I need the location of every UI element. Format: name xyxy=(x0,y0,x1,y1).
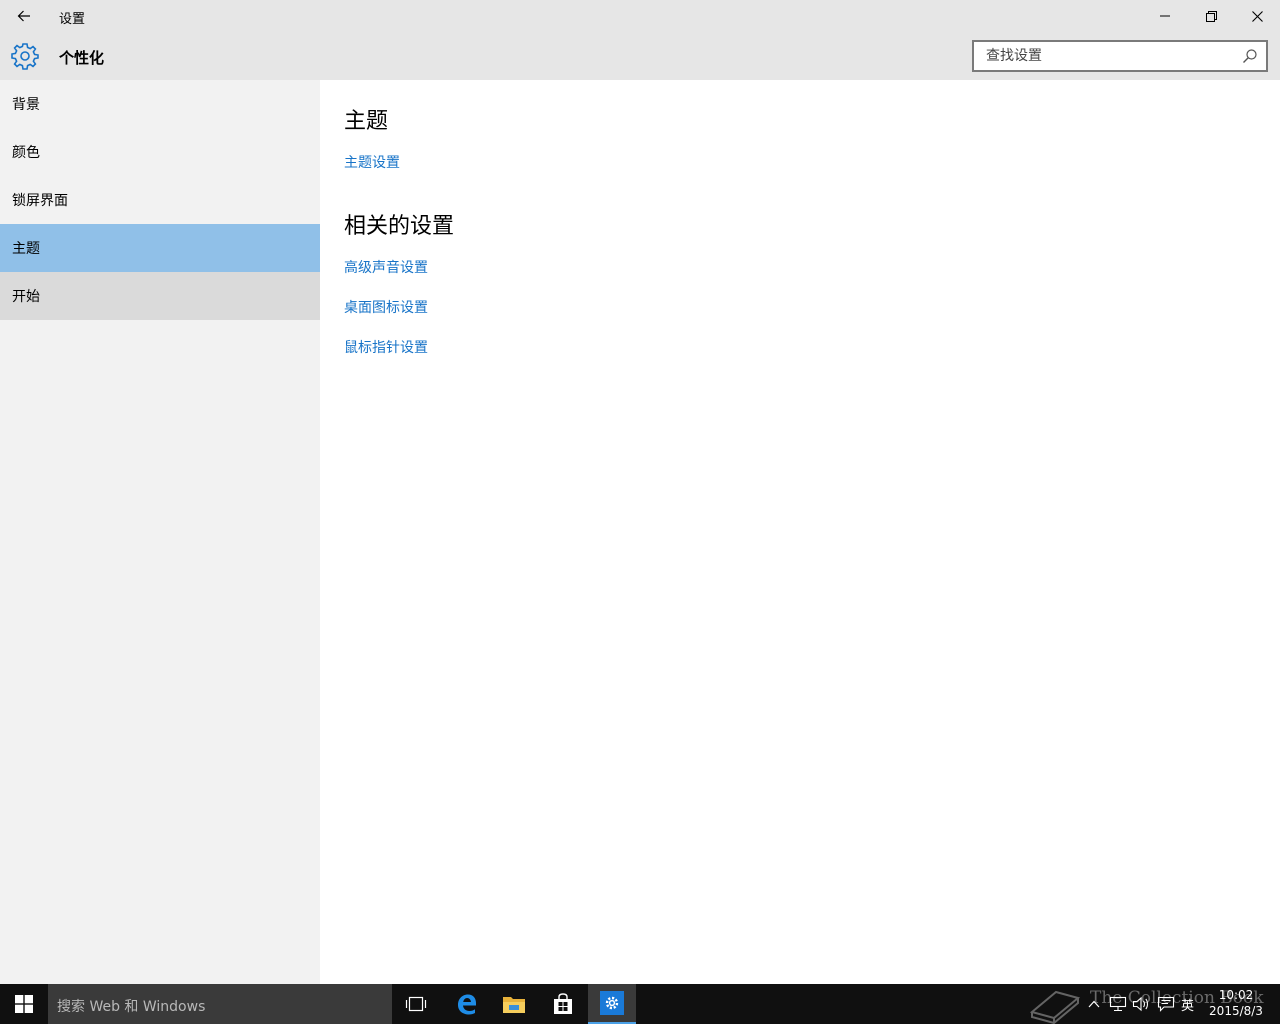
gear-icon xyxy=(11,43,39,70)
edge-browser-button[interactable] xyxy=(442,984,490,1024)
taskbar: 搜索 Web 和 Windows The Collection Book 英 1… xyxy=(0,984,1280,1024)
page-title: 个性化 xyxy=(59,49,105,67)
theme-settings-link[interactable]: 主题设置 xyxy=(344,152,400,172)
section-heading-themes: 主题 xyxy=(344,109,389,134)
folder-icon xyxy=(503,997,525,1013)
section-heading-related-settings: 相关的设置 xyxy=(344,214,455,239)
settings-app-button[interactable] xyxy=(588,984,636,1024)
action-center-button[interactable] xyxy=(1156,994,1176,1014)
close-button[interactable] xyxy=(1234,0,1280,32)
sidebar-item-start[interactable]: 开始 xyxy=(0,272,320,320)
close-icon xyxy=(1251,10,1263,22)
restore-button[interactable] xyxy=(1188,0,1234,32)
sidebar-item-label: 锁屏界面 xyxy=(12,193,68,209)
minimize-button[interactable] xyxy=(1142,0,1188,32)
store-bag-icon xyxy=(554,993,572,1014)
sidebar-item-colors[interactable]: 颜色 xyxy=(0,128,320,176)
network-icon xyxy=(1109,996,1127,1012)
main-content: 主题 主题设置 相关的设置 高级声音设置 桌面图标设置 鼠标指针设置 xyxy=(320,80,1280,984)
volume-icon xyxy=(1132,996,1148,1012)
back-arrow-icon xyxy=(17,10,30,22)
sidebar-item-background[interactable]: 背景 xyxy=(0,80,320,128)
file-explorer-button[interactable] xyxy=(490,984,538,1024)
clock-time: 10:02 xyxy=(1218,988,1254,1002)
start-button[interactable] xyxy=(0,984,48,1024)
sidebar-item-lock-screen[interactable]: 锁屏界面 xyxy=(0,176,320,224)
task-view-icon xyxy=(405,996,427,1012)
back-button[interactable] xyxy=(10,5,38,27)
taskbar-search-box[interactable]: 搜索 Web 和 Windows xyxy=(48,984,392,1024)
sidebar-item-label: 颜色 xyxy=(12,145,40,161)
window-title: 设置 xyxy=(59,12,86,27)
clock-date: 2015/8/3 xyxy=(1209,1004,1263,1018)
settings-search-box[interactable] xyxy=(972,40,1268,72)
notification-icon xyxy=(1157,996,1175,1012)
settings-search-input[interactable] xyxy=(984,46,1234,66)
mouse-pointer-settings-link[interactable]: 鼠标指针设置 xyxy=(344,337,428,357)
chevron-up-icon xyxy=(1088,1000,1100,1008)
edge-icon xyxy=(458,994,476,1015)
sidebar: 背景 颜色 锁屏界面 主题 开始 xyxy=(0,80,320,984)
show-hidden-icons-button[interactable] xyxy=(1084,994,1104,1014)
input-language-indicator[interactable]: 英 xyxy=(1181,995,1194,1014)
task-view-button[interactable] xyxy=(392,984,440,1024)
sidebar-item-label: 主题 xyxy=(12,241,40,257)
search-icon[interactable] xyxy=(1242,48,1258,64)
book-watermark-icon xyxy=(1029,990,1081,1024)
clock[interactable]: 10:02 2015/8/3 xyxy=(1204,987,1268,1019)
network-tray-button[interactable] xyxy=(1108,994,1128,1014)
restore-icon xyxy=(1205,10,1217,22)
desktop-icon-settings-link[interactable]: 桌面图标设置 xyxy=(344,297,428,317)
taskbar-search-placeholder: 搜索 Web 和 Windows xyxy=(57,999,206,1015)
volume-tray-button[interactable] xyxy=(1131,994,1151,1014)
advanced-sound-settings-link[interactable]: 高级声音设置 xyxy=(344,257,428,277)
sidebar-item-label: 开始 xyxy=(12,289,40,305)
sidebar-item-themes[interactable]: 主题 xyxy=(0,224,320,272)
sidebar-item-label: 背景 xyxy=(12,97,40,113)
store-button[interactable] xyxy=(539,984,587,1024)
minimize-icon xyxy=(1160,15,1170,17)
title-bar: 设置 xyxy=(0,0,1280,32)
settings-gear-icon xyxy=(600,991,624,1015)
page-header: 个性化 xyxy=(0,32,1280,80)
windows-logo-icon xyxy=(15,995,33,1013)
